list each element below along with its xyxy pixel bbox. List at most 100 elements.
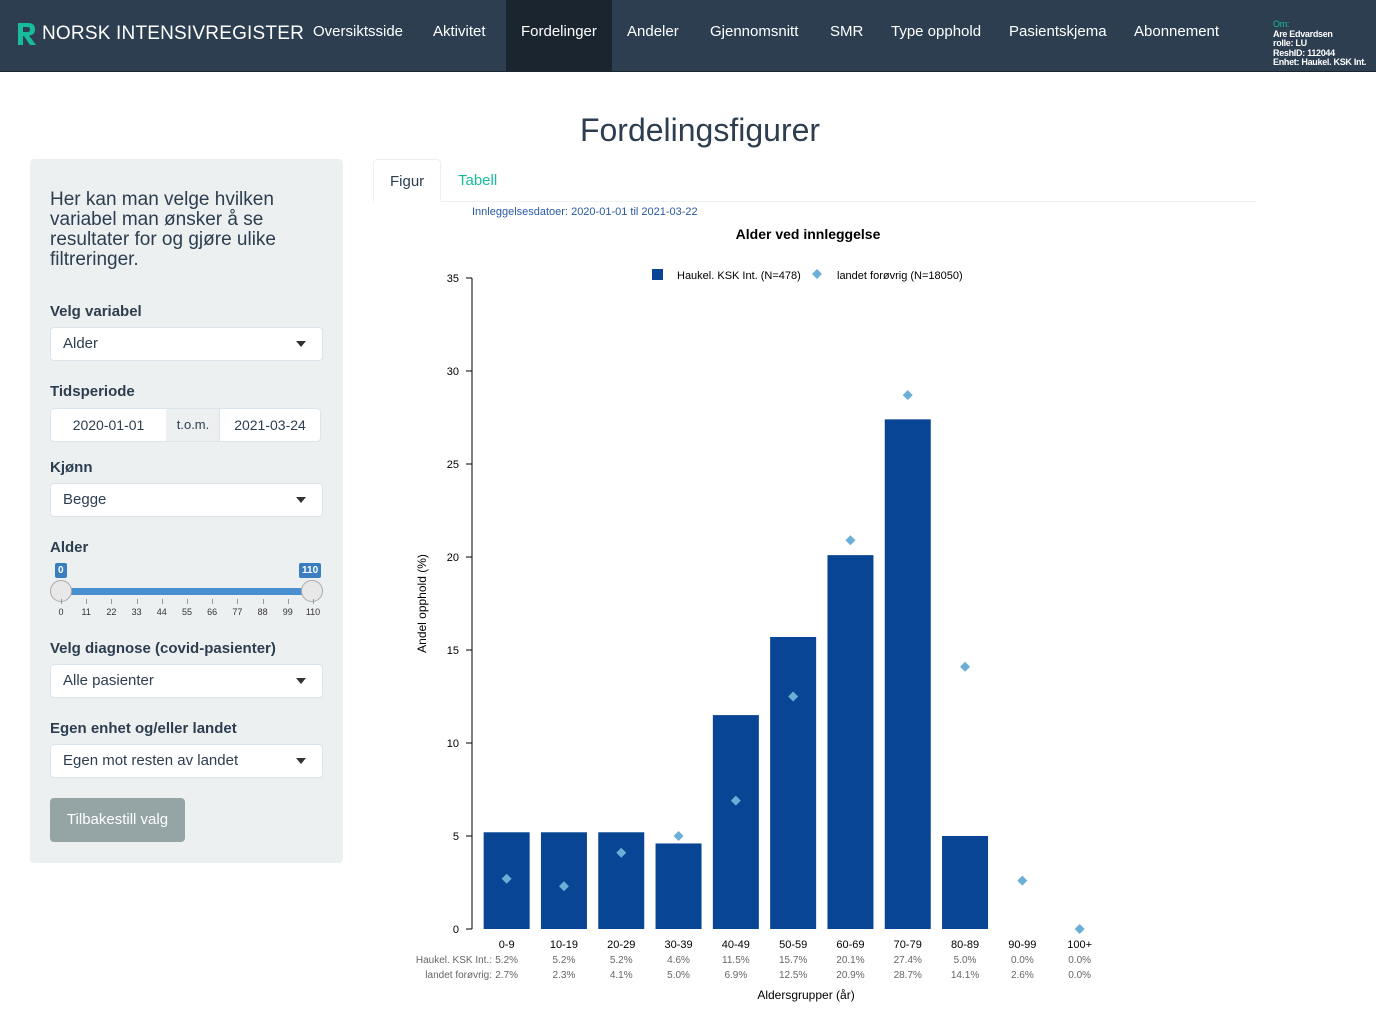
- x-tick-label: 10-19: [550, 939, 578, 951]
- bar-70-79: [884, 419, 931, 929]
- x-tick-label: 50-59: [779, 939, 807, 951]
- value-label-own: 0.0%: [1011, 955, 1034, 966]
- diagnose-label: Velg diagnose (covid-pasienter): [50, 640, 276, 657]
- slider-tick: [136, 599, 138, 604]
- variabel-label: Velg variabel: [50, 303, 142, 320]
- value-label-rest: 2.6%: [1011, 970, 1034, 981]
- alder-min-badge: 0: [55, 563, 67, 578]
- nav-item-aktivitet[interactable]: Aktivitet: [418, 0, 501, 72]
- distribution-chart: Innleggelsesdatoer: 2020-01-01 til 2021-…: [373, 202, 1256, 1009]
- y-tick-label: 0: [453, 924, 459, 936]
- slider-tick-label: 99: [282, 607, 293, 617]
- slider-tick: [61, 599, 62, 604]
- value-label-own: 20.1%: [836, 955, 864, 966]
- nav-item-gjennomsnitt[interactable]: Gjennomsnitt: [695, 0, 813, 72]
- tidsperiode-label: Tidsperiode: [50, 383, 135, 400]
- bar-80-89: [942, 836, 989, 929]
- x-tick-label: 60-69: [836, 939, 864, 951]
- alder-slider-ticks: 0 11 22 33 44 55 66 77 88 99 110: [58, 599, 320, 619]
- value-label-own: 27.4%: [894, 955, 922, 966]
- value-label-rest: 4.1%: [610, 970, 633, 981]
- value-label-own: 11.5%: [722, 955, 750, 966]
- y-tick-label: 35: [447, 273, 459, 285]
- slider-tick-label: 88: [257, 607, 268, 617]
- legend-swatch-bar: [652, 269, 663, 280]
- x-tick-label: 40-49: [722, 939, 750, 951]
- point-80-89: [960, 661, 971, 672]
- point-70-79: [902, 390, 913, 401]
- slider-tick-label: 11: [81, 607, 91, 617]
- tab-figur[interactable]: Figur: [373, 159, 442, 202]
- alder-label: Alder: [50, 539, 89, 556]
- enhet-label: Egen enhet og/eller landet: [50, 720, 237, 737]
- sidebar-intro: Her kan man velge hvilken variabel man ø…: [50, 189, 276, 270]
- tab-bar: Figur Tabell: [373, 159, 1256, 202]
- value-label-rest: 5.0%: [667, 970, 690, 981]
- caret-down-icon: [296, 758, 306, 764]
- alder-max-badge: 110: [299, 563, 322, 578]
- diagnose-value: Alle pasienter: [63, 672, 154, 689]
- point-60-69: [845, 535, 856, 546]
- value-label-rest: 2.3%: [553, 970, 576, 981]
- bar-30-39: [655, 843, 702, 929]
- value-label-rest: 2.7%: [495, 970, 518, 981]
- value-label-own: 5.2%: [495, 955, 518, 966]
- value-label-rest: 20.9%: [836, 970, 864, 981]
- kjonn-select[interactable]: Begge: [50, 483, 323, 517]
- alder-slider-bar[interactable]: [61, 588, 313, 595]
- brand-name: NORSK INTENSIVREGISTER: [42, 23, 304, 44]
- nav-item-andeler[interactable]: Andeler: [612, 0, 694, 72]
- reset-button[interactable]: Tilbakestill valg: [50, 798, 185, 842]
- enhet-select[interactable]: Egen mot resten av landet: [50, 744, 323, 778]
- caret-down-icon: [296, 341, 306, 347]
- slider-tick: [187, 599, 188, 604]
- x-tick-label: 30-39: [664, 939, 692, 951]
- x-tick-label: 90-99: [1008, 939, 1036, 951]
- date-from-input[interactable]: 2020-01-01: [50, 408, 167, 442]
- date-to-input[interactable]: 2021-03-24: [219, 408, 321, 442]
- kjonn-value: Begge: [63, 491, 107, 508]
- tab-tabell[interactable]: Tabell: [442, 159, 513, 202]
- nav-item-abonnement[interactable]: Abonnement: [1119, 0, 1234, 72]
- legend-label: landet forøvrig (N=18050): [837, 270, 963, 282]
- slider-tick: [111, 599, 113, 604]
- sidebar-panel: Her kan man velge hvilken variabel man ø…: [30, 159, 343, 863]
- slider-tick: [212, 599, 214, 604]
- point-100+: [1074, 924, 1085, 934]
- slider-tick: [262, 599, 264, 604]
- y-tick-label: 30: [447, 366, 459, 378]
- variabel-select[interactable]: Alder: [50, 327, 323, 361]
- legend-swatch-point: [812, 269, 822, 279]
- chart-date-note: Innleggelsesdatoer: 2020-01-01 til 2021-…: [472, 206, 698, 218]
- brand[interactable]: NORSK INTENSIVREGISTER: [16, 19, 304, 49]
- caret-down-icon: [296, 497, 306, 503]
- x-tick-label: 100+: [1067, 939, 1092, 951]
- chart-title: Alder ved innleggelse: [736, 226, 881, 242]
- variabel-value: Alder: [63, 335, 99, 352]
- x-tick-label: 0-9: [499, 939, 515, 951]
- value-label-own: 5.0%: [954, 955, 977, 966]
- bar-20-29: [598, 832, 645, 929]
- page-title: Fordelingsfigurer: [579, 112, 821, 148]
- kjonn-label: Kjønn: [50, 459, 93, 476]
- slider-tick: [313, 599, 314, 604]
- y-tick-label: 15: [447, 645, 459, 657]
- enhet-value: Egen mot resten av landet: [63, 752, 239, 769]
- x-tick-label: 80-89: [951, 939, 979, 951]
- diagnose-select[interactable]: Alle pasienter: [50, 664, 323, 698]
- slider-tick-label: 77: [232, 607, 243, 617]
- navbar: NORSK INTENSIVREGISTER Oversiktsside Akti…: [0, 0, 1376, 72]
- nav-item-oversiktsside[interactable]: Oversiktsside: [298, 0, 418, 72]
- slider-tick: [161, 599, 163, 604]
- row-label-rest: landet forøvrig:: [425, 970, 492, 981]
- nav-item-pasientskjema[interactable]: Pasientskjema: [994, 0, 1122, 72]
- nav-item-fordelinger[interactable]: Fordelinger: [506, 0, 612, 72]
- slider-tick-label: 66: [207, 607, 218, 617]
- slider-tick-label: 22: [106, 607, 117, 617]
- value-label-rest: 28.7%: [894, 970, 922, 981]
- value-label-own: 15.7%: [779, 955, 807, 966]
- nav-item-type-opphold[interactable]: Type opphold: [876, 0, 996, 72]
- caret-down-icon: [296, 678, 306, 684]
- nav-item-smr[interactable]: SMR: [815, 0, 878, 72]
- bar-40-49: [712, 715, 759, 929]
